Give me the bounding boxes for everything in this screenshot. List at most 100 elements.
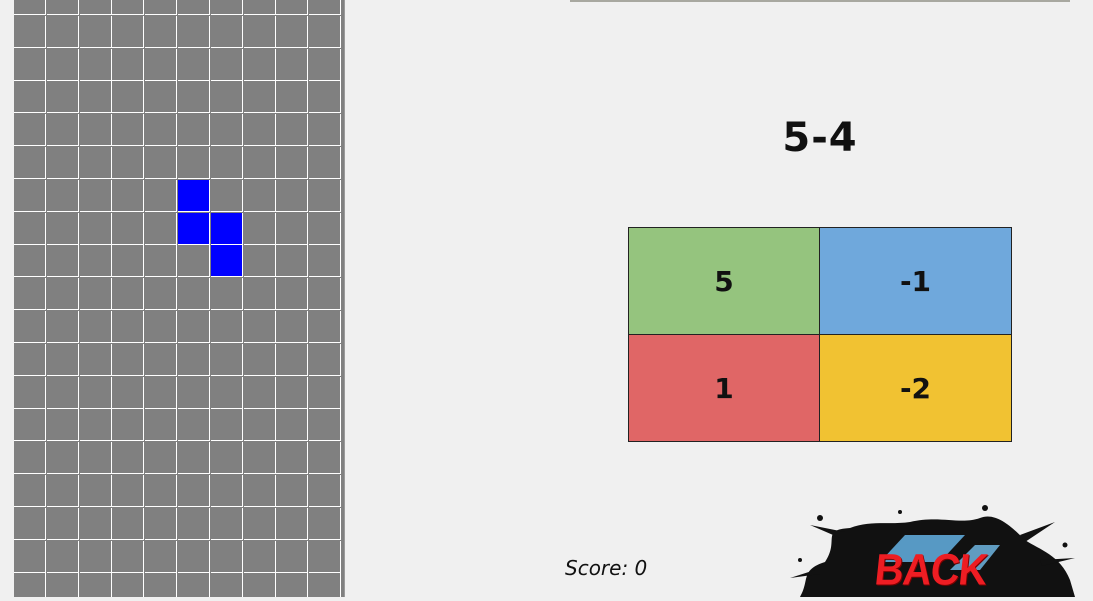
board-cell xyxy=(14,212,46,245)
board-cell xyxy=(145,212,178,245)
board-cell xyxy=(210,147,243,179)
board-cell xyxy=(145,540,178,573)
board-cell xyxy=(309,442,342,475)
board-cell xyxy=(309,573,342,597)
board-cell xyxy=(210,442,243,475)
board-cell xyxy=(46,114,79,147)
board-cell xyxy=(14,507,46,540)
board-cell xyxy=(178,81,210,114)
board-cell xyxy=(46,278,79,311)
board-cell xyxy=(14,311,46,343)
board-cell xyxy=(112,376,145,409)
board-cell xyxy=(210,114,243,147)
board-cell xyxy=(243,212,276,245)
board-cell xyxy=(243,343,276,376)
board-cell xyxy=(79,245,112,278)
board-cell xyxy=(243,245,276,278)
board-cell xyxy=(309,48,342,81)
board-cell xyxy=(145,442,178,475)
board-cell xyxy=(309,15,342,48)
board-cell xyxy=(145,81,178,114)
board-cell xyxy=(79,409,112,442)
board-cell xyxy=(14,278,46,311)
board-cell xyxy=(309,278,342,311)
board-cell xyxy=(309,81,342,114)
board-cell xyxy=(309,475,342,507)
board-cell xyxy=(243,278,276,311)
board-cell xyxy=(243,540,276,573)
board-cell xyxy=(309,540,342,573)
answer-label: 5 xyxy=(714,264,734,298)
board-cell xyxy=(46,409,79,442)
board-cell xyxy=(145,573,178,597)
board-cell xyxy=(145,114,178,147)
answer-button-1[interactable]: 5 xyxy=(629,228,820,335)
board-cell xyxy=(178,507,210,540)
board-cell xyxy=(276,573,309,597)
board-cell xyxy=(210,48,243,81)
answer-button-3[interactable]: 1 xyxy=(629,335,820,441)
board-cell xyxy=(112,343,145,376)
board-cell xyxy=(112,278,145,311)
board-cell xyxy=(243,409,276,442)
board-cell xyxy=(178,409,210,442)
board-cell xyxy=(276,0,309,15)
board-cell xyxy=(14,540,46,573)
board-cell xyxy=(276,114,309,147)
board-cell xyxy=(112,442,145,475)
board-cell xyxy=(276,311,309,343)
board-cell xyxy=(276,540,309,573)
board-cell xyxy=(14,442,46,475)
board-cell xyxy=(145,507,178,540)
board-cell xyxy=(14,409,46,442)
board-cell xyxy=(276,245,309,278)
board-cell xyxy=(145,179,178,212)
board-cell xyxy=(14,573,46,597)
board-cell xyxy=(145,343,178,376)
answer-button-2[interactable]: -1 xyxy=(820,228,1011,335)
board-cell xyxy=(79,540,112,573)
answer-label: -2 xyxy=(899,371,932,405)
board-cell xyxy=(79,147,112,179)
board-cell xyxy=(79,507,112,540)
board-cell xyxy=(46,147,79,179)
answer-button-4[interactable]: -2 xyxy=(820,335,1011,441)
board-cell xyxy=(178,0,210,15)
board-cell xyxy=(46,507,79,540)
board-cell xyxy=(210,245,243,278)
board-cell xyxy=(276,409,309,442)
board-cell xyxy=(309,0,342,15)
board-cell xyxy=(178,475,210,507)
board-cell xyxy=(276,212,309,245)
score-label: Score: 0 xyxy=(565,556,648,580)
board-cell xyxy=(276,179,309,212)
back-button[interactable]: BACK xyxy=(780,500,1080,597)
board-cell xyxy=(145,48,178,81)
board-cell xyxy=(243,147,276,179)
board-cell xyxy=(276,507,309,540)
board-cell xyxy=(210,376,243,409)
board-cell xyxy=(178,15,210,48)
board-cell xyxy=(210,507,243,540)
board-cell xyxy=(178,540,210,573)
board-cell xyxy=(80,573,112,597)
answer-label: -1 xyxy=(899,264,932,298)
board-cell xyxy=(309,311,342,343)
board-cell xyxy=(112,114,145,147)
board-cell xyxy=(178,179,210,212)
board-cell xyxy=(46,245,79,278)
board-cell xyxy=(178,573,210,597)
board-cell xyxy=(178,442,210,475)
board-cell xyxy=(112,475,145,507)
board-cell xyxy=(243,311,276,343)
board-cell xyxy=(243,507,276,540)
board-cell xyxy=(14,15,46,48)
board-cell xyxy=(14,48,46,81)
board-cell xyxy=(243,15,276,48)
board-cell xyxy=(276,442,309,475)
board-cell xyxy=(276,15,309,48)
board-cell xyxy=(112,573,145,597)
board-cell xyxy=(309,376,342,409)
board-cell xyxy=(14,343,46,376)
answer-grid: 5 -1 1 -2 xyxy=(628,227,1012,442)
